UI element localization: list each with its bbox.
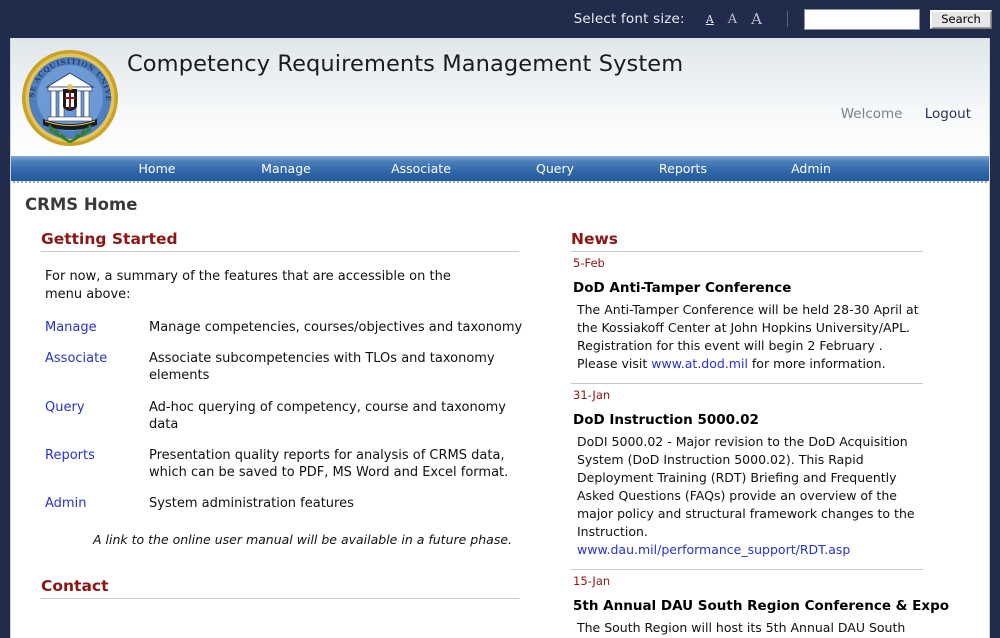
search-button[interactable]: Search: [930, 9, 992, 29]
news-body-text-tail: for more information.: [747, 356, 886, 371]
news-item: 5-Feb DoD Anti-Tamper Conference The Ant…: [571, 256, 979, 373]
contact-heading: Contact: [41, 577, 109, 596]
section-divider: [41, 598, 519, 600]
font-size-small-button[interactable]: A: [706, 14, 714, 25]
user-manual-note: A link to the online user manual will be…: [93, 532, 512, 548]
news-item: 15-Jan 5th Annual DAU South Region Confe…: [571, 574, 979, 638]
news-link[interactable]: www.dau.mil/performance_support/RDT.asp: [577, 542, 850, 557]
news-date: 31-Jan: [573, 388, 611, 402]
feature-link-query[interactable]: Query: [45, 400, 85, 415]
nav-item-reports[interactable]: Reports: [619, 156, 747, 181]
feature-row: Reports Presentation quality reports for…: [45, 447, 529, 495]
feature-row: Associate Associate subcompetencies with…: [45, 350, 529, 398]
getting-started-heading: Getting Started: [41, 230, 178, 248]
nav-item-manage[interactable]: Manage: [221, 156, 351, 181]
news-body-text: DoDI 5000.02 - Major revision to the DoD…: [577, 434, 915, 539]
top-utility-bar: Select font size: A A A Search: [0, 0, 1000, 38]
news-body-text: The South Region will host its 5th Annua…: [577, 620, 906, 635]
contact-section: Contact: [41, 577, 559, 600]
news-body: The Anti-Tamper Conference will be held …: [577, 301, 925, 373]
feature-link-manage[interactable]: Manage: [45, 320, 97, 335]
news-headline: DoD Anti-Tamper Conference: [573, 280, 792, 296]
main-navigation: Home Manage Associate Query Reports Admi…: [11, 156, 989, 183]
news-divider: [571, 383, 923, 384]
feature-row: Query Ad-hoc querying of competency, cou…: [45, 399, 529, 447]
font-size-label: Select font size:: [573, 11, 685, 27]
logout-link[interactable]: Logout: [925, 106, 971, 122]
nav-item-associate[interactable]: Associate: [351, 156, 491, 181]
feature-desc-associate: Associate subcompetencies with TLOs and …: [149, 351, 495, 384]
font-size-medium-button[interactable]: A: [728, 13, 737, 26]
news-body: The South Region will host its 5th Annua…: [577, 619, 925, 638]
left-column: Getting Started For now, a summary of th…: [11, 230, 559, 638]
search-input[interactable]: [804, 8, 920, 30]
welcome-label: Welcome: [840, 106, 903, 122]
font-size-large-button[interactable]: A: [751, 11, 762, 27]
nav-item-admin[interactable]: Admin: [747, 156, 875, 181]
news-headline: 5th Annual DAU South Region Conference &…: [573, 598, 950, 614]
feature-desc-query: Ad-hoc querying of competency, course an…: [149, 399, 506, 432]
page-title: CRMS Home: [25, 195, 138, 214]
page-panel: DEFENSE ACQUISITION UNIVERSITY Competenc…: [10, 38, 990, 638]
news-column: News 5-Feb DoD Anti-Tamper Conference Th…: [559, 230, 979, 638]
feature-desc-manage: Manage competencies, courses/objectives …: [149, 320, 523, 336]
news-body: DoDI 5000.02 - Major revision to the DoD…: [577, 433, 925, 559]
feature-row: Manage Manage competencies, courses/obje…: [45, 319, 529, 350]
news-date: 5-Feb: [573, 256, 605, 270]
news-item: 31-Jan DoD Instruction 5000.02 DoDI 5000…: [571, 388, 979, 559]
section-divider: [41, 251, 519, 252]
feature-link-admin[interactable]: Admin: [45, 496, 86, 511]
news-date: 15-Jan: [573, 574, 611, 588]
section-divider: [571, 251, 923, 252]
news-heading: News: [571, 230, 619, 248]
page-content: Getting Started For now, a summary of th…: [11, 214, 989, 638]
feature-list: Manage Manage competencies, courses/obje…: [45, 319, 529, 526]
feature-link-reports[interactable]: Reports: [45, 448, 95, 463]
nav-item-home[interactable]: Home: [93, 156, 221, 181]
feature-desc-admin: System administration features: [149, 496, 354, 512]
toolbar-divider: [787, 11, 788, 27]
user-links: Welcome Logout: [841, 106, 971, 122]
nav-item-query[interactable]: Query: [491, 156, 619, 181]
news-divider: [571, 569, 923, 570]
app-title: Competency Requirements Management Syste…: [127, 51, 684, 77]
getting-started-intro: For now, a summary of the features that …: [45, 269, 451, 302]
news-headline: DoD Instruction 5000.02: [573, 412, 759, 428]
dau-seal-icon: DEFENSE ACQUISITION UNIVERSITY: [15, 40, 121, 149]
feature-link-associate[interactable]: Associate: [45, 351, 107, 366]
masthead: DEFENSE ACQUISITION UNIVERSITY Competenc…: [11, 38, 989, 156]
top-utility-bar-controls: Select font size: A A A Search: [574, 0, 992, 38]
feature-desc-reports: Presentation quality reports for analysi…: [149, 447, 509, 481]
feature-row: Admin System administration features: [45, 495, 529, 526]
news-link[interactable]: www.at.dod.mil: [651, 356, 748, 371]
